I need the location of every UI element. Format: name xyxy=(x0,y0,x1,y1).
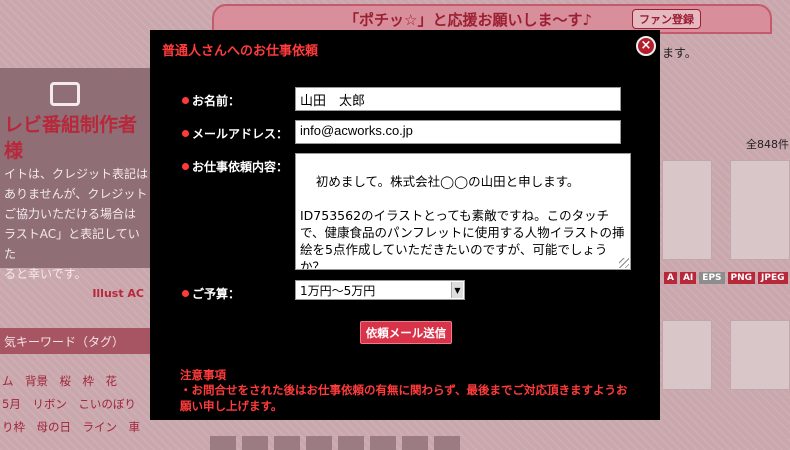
modal-title: 普通人さんへのお仕事依頼 xyxy=(162,44,319,59)
close-icon[interactable]: × xyxy=(636,36,656,56)
tag-list: ム 背景 桜 枠 花 5月 リボン こいのぼり り枠 母の日 ライン 車 xyxy=(0,370,160,439)
email-label: メールアドレス： xyxy=(182,125,288,142)
budget-select[interactable]: 1万円〜5万円 ▼ xyxy=(295,280,465,300)
notice-text: ・お問合せをされた後はお仕事依頼の有無に関わらず、最後までご対応頂きますようお願… xyxy=(180,383,628,413)
background-text: ます。 xyxy=(662,46,697,60)
card-line: ると幸いです。 xyxy=(4,267,87,281)
format-badge: JPEG xyxy=(758,272,788,284)
tv-creator-card: レビ番組制作者様 イトは、クレジット表記は ありませんが、クレジット ご協力いた… xyxy=(0,68,150,300)
thumbnail[interactable] xyxy=(306,436,332,450)
tv-creator-title: レビ番組制作者様 xyxy=(4,114,138,162)
thumbnail[interactable] xyxy=(242,436,268,450)
bullet-icon xyxy=(182,130,189,137)
budget-label: ご予算： xyxy=(182,285,240,302)
card-line: ありませんが、クレジット xyxy=(4,187,148,201)
thumbnail[interactable] xyxy=(402,436,428,450)
thumbnail[interactable] xyxy=(662,160,712,260)
name-field[interactable]: 山田 太郎 xyxy=(295,87,621,111)
card-line: ラストAC」と表記していた xyxy=(4,227,140,261)
thumbnail[interactable] xyxy=(274,436,300,450)
format-badge: A xyxy=(664,272,677,284)
tag-line[interactable]: り枠 母の日 ライン 車 xyxy=(2,416,160,439)
message-text: 初めまして。株式会社◯◯の山田と申します。 ID753562のイラストとっても素… xyxy=(300,174,625,270)
format-badge: AI xyxy=(679,272,697,284)
format-badge: PNG xyxy=(727,272,756,284)
email-label-text: メールアドレス： xyxy=(192,127,289,141)
name-label: お名前： xyxy=(182,92,240,109)
thumbnail[interactable] xyxy=(338,436,364,450)
support-banner-text: 「ポチッ☆」と応援お願いしま～す♪ xyxy=(344,10,593,29)
thumbnail[interactable] xyxy=(662,320,712,390)
name-label-text: お名前： xyxy=(192,94,241,108)
message-label-text: お仕事依頼内容： xyxy=(192,160,289,174)
tag-line[interactable]: ム 背景 桜 枠 花 xyxy=(2,370,160,393)
bullet-icon xyxy=(182,163,189,170)
job-request-modal: 普通人さんへのお仕事依頼 お名前： 山田 太郎 メールアドレス： info@ac… xyxy=(150,30,660,420)
message-textarea[interactable]: 初めまして。株式会社◯◯の山田と申します。 ID753562のイラストとっても素… xyxy=(295,153,631,270)
budget-label-text: ご予算： xyxy=(192,287,241,301)
thumbnail-strip xyxy=(210,436,770,450)
thumbnail[interactable] xyxy=(370,436,396,450)
card-line: イトは、クレジット表記は xyxy=(4,167,149,181)
thumbnail[interactable] xyxy=(434,436,460,450)
fan-register-button[interactable]: ファン登録 xyxy=(632,9,702,29)
budget-selected-value: 1万円〜5万円 xyxy=(300,283,376,298)
thumbnail[interactable] xyxy=(730,320,790,390)
format-badges: A AI EPS PNG JPEG AI xyxy=(664,272,790,284)
illust-ac-logo: Illust AC xyxy=(92,287,144,300)
card-line: ご協力いただける場合は xyxy=(4,207,137,221)
bullet-icon xyxy=(182,290,189,297)
format-badge: EPS xyxy=(699,272,725,284)
notice-title: 注意事項 xyxy=(180,368,226,382)
thumbnail[interactable] xyxy=(210,436,236,450)
bullet-icon xyxy=(182,97,189,104)
thumbnail[interactable] xyxy=(730,160,790,260)
message-label: お仕事依頼内容： xyxy=(182,158,288,175)
email-field[interactable]: info@acworks.co.jp xyxy=(295,120,621,144)
keyword-header: 気キーワード（タグ） xyxy=(0,328,150,354)
tag-line[interactable]: 5月 リボン こいのぼり xyxy=(2,393,160,416)
result-count: 全848件 xyxy=(746,138,789,151)
send-request-button[interactable]: 依頼メール送信 xyxy=(360,321,452,344)
resize-handle[interactable] xyxy=(619,258,629,268)
chevron-down-icon[interactable]: ▼ xyxy=(451,282,463,298)
tv-icon xyxy=(50,82,80,106)
